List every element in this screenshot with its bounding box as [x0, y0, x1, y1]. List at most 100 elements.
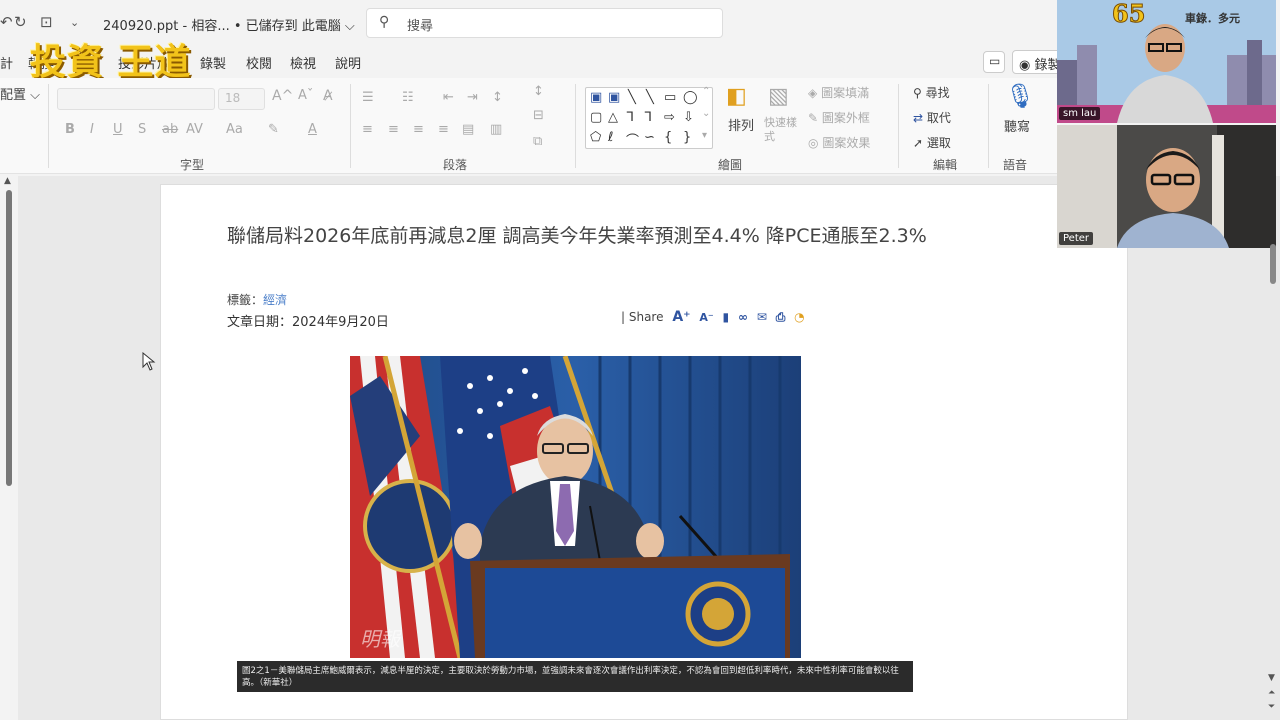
weibo-icon[interactable]: ◔ — [794, 310, 804, 324]
layout-dropdown[interactable]: 配置 ⌵ — [0, 84, 40, 103]
replace-button[interactable]: ⇄ 取代 — [913, 109, 951, 126]
next-slide-icon[interactable]: ⏷ — [1268, 702, 1275, 712]
search-placeholder: 搜尋 — [407, 19, 434, 34]
vertical-textbox-shape-icon[interactable]: ▣ — [608, 90, 620, 105]
decrease-font-icon[interactable]: A⁻ — [699, 311, 713, 324]
underline-icon[interactable]: U — [113, 122, 123, 137]
connector-shape-icon[interactable]: ᒣ — [626, 110, 634, 125]
shape-outline-button[interactable]: ✎ 圖案外框 — [808, 109, 870, 126]
justify-icon[interactable]: ≡ — [438, 122, 449, 137]
scrollbar-thumb[interactable] — [1270, 244, 1276, 284]
right-arrow-shape-icon[interactable]: ⇨ — [664, 110, 675, 125]
select-button[interactable]: ➚ 選取 — [913, 134, 951, 151]
elbow-shape-icon[interactable]: ᒣ — [644, 110, 652, 125]
tab-design[interactable]: 計 — [0, 53, 13, 72]
gallery-down-icon[interactable]: ⌄ — [702, 108, 710, 119]
tab-review[interactable]: 校閱 — [246, 53, 272, 72]
left-brace-shape-icon[interactable]: { — [664, 130, 672, 145]
right-scrollbar[interactable]: ▼ ⏶ ⏷ — [1266, 176, 1280, 720]
document-title[interactable]: 240920.ppt - 相容... • 已儲存到 此電腦 ⌵ — [103, 15, 355, 34]
gallery-up-icon[interactable]: ⌃ — [702, 86, 710, 97]
quick-styles-button[interactable]: 快速樣式 — [764, 116, 800, 144]
distributed-icon[interactable]: ▤ — [462, 122, 474, 137]
divider — [898, 84, 899, 168]
email-icon[interactable]: ✉ — [757, 310, 767, 324]
shape-effects-button[interactable]: ◎ 圖案效果 — [808, 134, 870, 151]
text-direction-icon[interactable]: ↕ — [533, 84, 544, 99]
bookmark-icon[interactable]: ▮ — [723, 310, 730, 324]
line-shape-icon[interactable]: ╲ — [628, 90, 636, 105]
scroll-up-icon[interactable]: ▲ — [4, 176, 11, 186]
oval-shape-icon[interactable]: ◯ — [683, 90, 698, 105]
video-tile-host[interactable]: 65 車錄．多元 sm lau — [1057, 0, 1276, 123]
align-left-icon[interactable]: ≡ — [362, 122, 373, 137]
share-label: | Share — [621, 310, 664, 324]
tab-help[interactable]: 說明 — [335, 53, 361, 72]
smartart-icon[interactable]: ⧉ — [533, 134, 542, 149]
comments-button[interactable]: ▭ — [983, 51, 1005, 73]
article-date: 文章日期：2024年9月20日 — [227, 315, 389, 330]
line2-shape-icon[interactable]: ╲ — [646, 90, 654, 105]
photo-caption: 圖2之1－美聯儲局主席鮑威爾表示，減息半厘的決定，主要取決於勞動力市場，並強調未… — [237, 661, 913, 692]
bold-icon[interactable]: B — [65, 122, 75, 137]
present-icon[interactable]: ⊡ — [40, 13, 53, 31]
shadow-icon[interactable]: S — [138, 122, 146, 137]
align-center-icon[interactable]: ≡ — [388, 122, 399, 137]
prev-slide-icon[interactable]: ⏶ — [1268, 688, 1275, 698]
search-input[interactable]: ⚲ 搜尋 — [366, 8, 723, 38]
textbox-shape-icon[interactable]: ▣ — [590, 90, 602, 105]
customize-toolbar-icon[interactable]: ⌄ — [70, 16, 79, 29]
undo-icon[interactable]: ↶ — [0, 13, 13, 31]
search-icon: ⚲ — [379, 14, 390, 30]
strikethrough-icon[interactable]: ab — [162, 122, 178, 137]
bullets-icon[interactable]: ☰ — [362, 90, 374, 105]
scroll-down-icon[interactable]: ▼ — [1268, 673, 1275, 683]
font-size-select[interactable]: 18 — [218, 88, 265, 110]
rounded-rect-shape-icon[interactable]: ▢ — [590, 110, 602, 125]
rectangle-shape-icon[interactable]: ▭ — [664, 90, 676, 105]
shape-fill-button[interactable]: ◈ 圖案填滿 — [808, 84, 869, 101]
line-spacing-icon[interactable]: ↕ — [492, 90, 503, 105]
dictate-button[interactable]: 聽寫 — [1004, 116, 1030, 135]
find-button[interactable]: ⚲ 尋找 — [913, 84, 950, 101]
clear-format-icon[interactable]: A̷ — [323, 88, 333, 104]
increase-font-icon[interactable]: A⁺ — [672, 309, 690, 325]
tab-record[interactable]: 錄製 — [200, 53, 226, 72]
freeform-shape-icon[interactable]: ⬠ — [590, 130, 601, 145]
right-brace-shape-icon[interactable]: } — [683, 130, 691, 145]
increase-indent-icon[interactable]: ⇥ — [467, 90, 478, 105]
scribble-shape-icon[interactable]: ℓ — [608, 130, 613, 145]
triangle-shape-icon[interactable]: △ — [608, 110, 618, 125]
shapes-gallery[interactable]: ▣ ▣ ╲ ╲ ▭ ◯ ▢ △ ᒣ ᒣ ⇨ ⇩ ⬠ ℓ ⌒ ∽ { } — [585, 87, 713, 149]
link-icon[interactable]: ∞ — [738, 310, 748, 324]
tag-link[interactable]: 經濟 — [263, 293, 287, 307]
arrange-button[interactable]: 排列 — [728, 115, 754, 134]
align-text-icon[interactable]: ⊟ — [533, 108, 544, 123]
replace-label: 取代 — [926, 111, 951, 125]
grow-font-icon[interactable]: A^ — [272, 88, 293, 104]
shrink-font-icon[interactable]: Aˇ — [298, 88, 313, 103]
align-right-icon[interactable]: ≡ — [413, 122, 424, 137]
arc-shape-icon[interactable]: ⌒ — [626, 130, 639, 149]
redo-icon[interactable]: ↻ — [14, 13, 27, 31]
print-icon[interactable]: ⎙ — [776, 310, 786, 325]
italic-icon[interactable]: I — [90, 122, 94, 137]
char-spacing-icon[interactable]: AV — [186, 122, 203, 137]
highlight-icon[interactable]: ✎ — [268, 122, 279, 137]
participant-name: sm lau — [1059, 107, 1101, 120]
video-tile-guest[interactable]: Peter — [1057, 125, 1276, 248]
change-case-icon[interactable]: Aa — [226, 122, 243, 137]
curve-shape-icon[interactable]: ∽ — [644, 130, 655, 145]
editing-group-label: 編輯 — [933, 158, 958, 172]
down-arrow-shape-icon[interactable]: ⇩ — [683, 110, 694, 125]
numbering-icon[interactable]: ☷ — [402, 90, 414, 105]
columns-icon[interactable]: ▥ — [490, 122, 502, 137]
font-family-select[interactable] — [57, 88, 215, 110]
comment-icon: ▭ — [989, 54, 1001, 68]
decrease-indent-icon[interactable]: ⇤ — [443, 90, 454, 105]
font-color-icon[interactable]: A — [308, 122, 317, 137]
mouse-cursor-icon — [142, 352, 156, 371]
tab-view[interactable]: 檢視 — [290, 53, 316, 72]
scrollbar-thumb[interactable] — [6, 190, 12, 486]
gallery-more-icon[interactable]: ▾ — [702, 130, 707, 141]
